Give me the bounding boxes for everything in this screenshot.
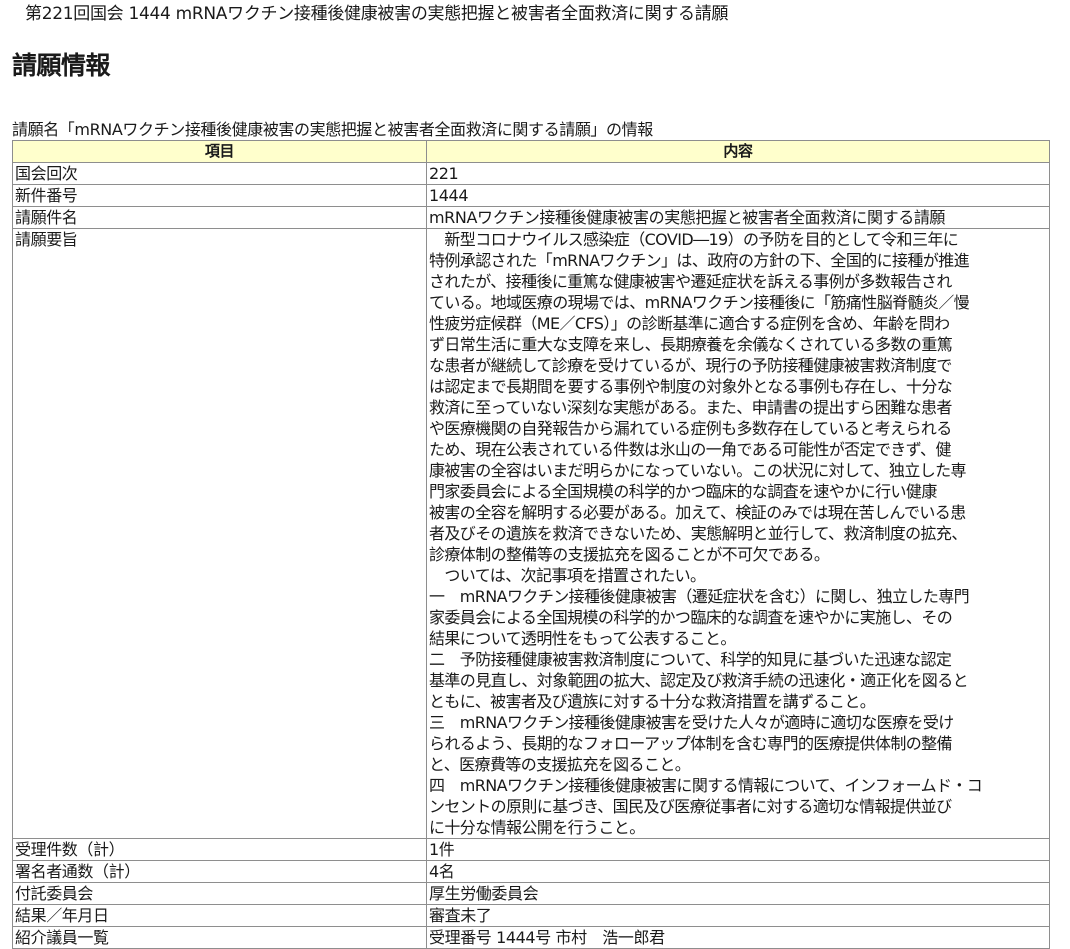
- table-row: 結果／年月日 審査未了: [12, 904, 1050, 927]
- table-row: 受理件数（計） 1件: [12, 838, 1050, 861]
- summary-line: ている。地域医療の現場では、mRNAワクチン接種後に「筋痛性脳脊髄炎／慢: [429, 293, 970, 312]
- row-label: 付託委員会: [12, 882, 427, 905]
- summary-line: 門家委員会による全国規模の科学的かつ臨床的な調査を速やかに行い健康: [429, 482, 937, 501]
- summary-line: 結果について透明性をもって公表すること。: [429, 629, 736, 648]
- summary-line: 者及びその遺族を救済できないため、実態解明と並行して、救済制度の拡充、: [429, 524, 967, 543]
- summary-line: られるよう、長期的なフォローアップ体制を含む専門的医療提供体制の整備: [429, 734, 953, 753]
- row-value: 審査未了: [426, 904, 1050, 927]
- row-label: 新件番号: [12, 184, 427, 207]
- header-item: 項目: [12, 140, 427, 163]
- summary-line: 三 mRNAワクチン接種後健康被害を受けた人々が適時に適切な医療を受け: [429, 713, 954, 732]
- summary-line: は認定まで長期間を要する事例や制度の対象外となる事例も存在し、十分な: [429, 377, 953, 396]
- table-row: 新件番号 1444: [12, 184, 1050, 207]
- row-value: 4名: [426, 860, 1050, 883]
- row-label: 署名者通数（計）: [12, 860, 427, 883]
- row-label: 請願件名: [12, 206, 427, 229]
- summary-line: 被害の全容を解明する必要がある。加えて、検証のみでは現在苦しんでいる患: [429, 503, 966, 522]
- summary-line: ついては、次記事項を措置されたい。: [429, 566, 706, 585]
- table-caption: 請願名「mRNAワクチン接種後健康被害の実態把握と被害者全面救済に関する請願」の…: [12, 120, 653, 139]
- row-label: 紹介議員一覧: [12, 926, 427, 949]
- table-row: 付託委員会 厚生労働委員会: [12, 882, 1050, 905]
- summary-line: 特例承認された「mRNAワクチン」は、政府の方針の下、全国的に接種が推進: [429, 251, 970, 270]
- row-label: 結果／年月日: [12, 904, 427, 927]
- table-row: 国会回次 221: [12, 162, 1050, 185]
- row-label: 国会回次: [12, 162, 427, 185]
- table-row: 紹介議員一覧 受理番号 1444号 市村 浩一郎君: [12, 926, 1050, 949]
- summary-line: 基準の見直し、対象範囲の拡大、認定及び救済手続の迅速化・適正化を図ると: [429, 671, 969, 690]
- section-heading: 請願情報: [12, 51, 111, 80]
- row-value: 厚生労働委員会: [426, 882, 1050, 905]
- summary-line: 四 mRNAワクチン接種後健康被害に関する情報について、インフォームド・コ: [429, 776, 983, 795]
- summary-line: ず日常生活に重大な支障を来し、長期療養を余儀なくされている多数の重篤: [429, 335, 953, 354]
- summary-line: に十分な情報公開を行うこと。: [429, 818, 645, 837]
- row-value: 受理番号 1444号 市村 浩一郎君: [426, 926, 1050, 949]
- table-row: 署名者通数（計） 4名: [12, 860, 1050, 883]
- summary-text: 新型コロナウイルス感染症（COVID―19）の予防を目的として令和三年に 特例承…: [426, 228, 1050, 839]
- row-label: 受理件数（計）: [12, 838, 427, 861]
- petition-info-table: 項目 内容 国会回次 221 新件番号 1444 請願件名 mRNAワクチン接種…: [12, 140, 1050, 949]
- summary-line: 救済に至っていない深刻な実態がある。また、申請書の提出すら困難な患者: [429, 398, 952, 417]
- summary-line: な患者が継続して診療を受けているが、現行の予防接種健康被害救済制度で: [429, 356, 952, 375]
- page-top-title: 第221回国会 1444 mRNAワクチン接種後健康被害の実態把握と被害者全面救…: [25, 4, 729, 24]
- summary-line: 性疲労症候群（ME／CFS）」の診断基準に適合する症例を含め、年齢を問わ: [429, 314, 950, 333]
- summary-line: 新型コロナウイルス感染症（COVID―19）の予防を目的として令和三年に: [429, 230, 959, 249]
- row-label: 請願要旨: [12, 228, 427, 839]
- table-row: 請願件名 mRNAワクチン接種後健康被害の実態把握と被害者全面救済に関する請願: [12, 206, 1050, 229]
- row-value: 221: [426, 162, 1050, 185]
- summary-line: されたが、接種後に重篤な健康被害や遷延症状を訴える事例が多数報告され: [429, 272, 952, 291]
- row-value: 1件: [426, 838, 1050, 861]
- summary-line: と、医療費等の支援拡充を図ること。: [429, 755, 691, 774]
- summary-line: 康被害の全容はいまだ明らかになっていない。この状況に対して、独立した専: [429, 461, 967, 480]
- summary-line: 診療体制の整備等の支援拡充を図ることが不可欠である。: [429, 545, 830, 564]
- summary-line: や医療機関の自発報告から漏れている症例も多数存在していると考えられる: [429, 419, 952, 438]
- summary-line: ンセントの原則に基づき、国民及び医療従事者に対する適切な情報提供並び: [429, 797, 952, 816]
- summary-line: 家委員会による全国規模の科学的かつ臨床的な調査を速やかに実施し、その: [429, 608, 953, 627]
- summary-line: ともに、被害者及び遺族に対する十分な救済措置を講ずること。: [429, 692, 876, 711]
- row-value: 1444: [426, 184, 1050, 207]
- summary-line: ため、現在公表されている件数は氷山の一角である可能性が否定できず、健: [429, 440, 951, 459]
- header-content: 内容: [426, 140, 1050, 163]
- row-value: mRNAワクチン接種後健康被害の実態把握と被害者全面救済に関する請願: [426, 206, 1050, 229]
- summary-line: 一 mRNAワクチン接種後健康被害（遷延症状を含む）に関し、独立した専門: [429, 587, 970, 606]
- summary-row: 請願要旨 新型コロナウイルス感染症（COVID―19）の予防を目的として令和三年…: [12, 228, 1050, 839]
- summary-line: 二 予防接種健康被害救済制度について、科学的知見に基づいた迅速な認定: [429, 650, 952, 669]
- table-header-row: 項目 内容: [12, 140, 1050, 163]
